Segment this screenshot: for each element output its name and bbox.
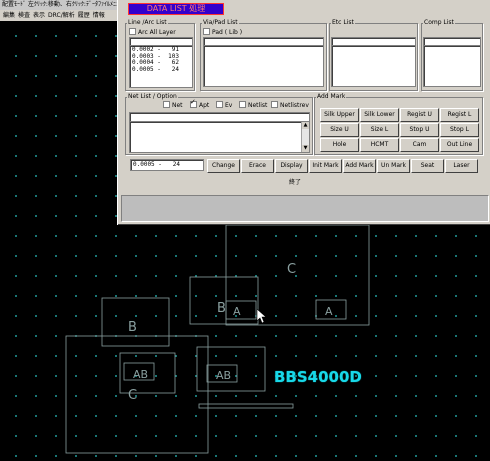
silk-upper-button[interactable]: Silk Upper bbox=[320, 108, 359, 122]
dialog-title: DATA LIST 処理 bbox=[128, 3, 224, 15]
label-a2: A bbox=[325, 305, 333, 318]
arc-all-layer-checkbox[interactable]: Arc All Layer bbox=[129, 28, 176, 36]
checkbox-box[interactable] bbox=[129, 28, 136, 35]
scroll-up-icon[interactable]: ▲ bbox=[302, 122, 309, 129]
regist-u-button[interactable]: Regist U bbox=[400, 108, 439, 122]
label-ab1: AB bbox=[133, 368, 148, 381]
laser-button[interactable]: Laser bbox=[445, 159, 478, 173]
cam-button[interactable]: Cam bbox=[400, 138, 439, 152]
netlistrev-checkbox[interactable]: Netlistrev bbox=[271, 101, 309, 109]
via-pad-list[interactable] bbox=[203, 45, 324, 87]
via-pad-label: Via/Pad List bbox=[202, 19, 239, 26]
net-checkbox[interactable]: Net bbox=[163, 101, 183, 109]
pad-a1 bbox=[225, 300, 257, 320]
etc-list[interactable] bbox=[331, 45, 416, 87]
label-c1: C bbox=[128, 388, 137, 403]
line-arc-list[interactable]: 0.0002 - 91 0.0003 - 103 0.0004 - 62 0.0… bbox=[129, 45, 193, 88]
net-list-scrollbar[interactable]: ▲ ▼ bbox=[301, 122, 309, 152]
stop-l-button[interactable]: Stop L bbox=[440, 123, 479, 137]
change-button[interactable]: Change bbox=[207, 159, 240, 173]
data-list-dialog: DATA LIST 処理 Line /Arc List Arc All Laye… bbox=[117, 0, 490, 225]
add-mark-label: Add Mark bbox=[316, 93, 347, 100]
hcmt-button[interactable]: HCMT bbox=[360, 138, 399, 152]
size-u-button[interactable]: Size U bbox=[320, 123, 359, 137]
checkbox-label: Apt bbox=[199, 102, 210, 109]
net-option-label: Net List / Option bbox=[127, 93, 178, 100]
regist-l-button[interactable]: Regist L bbox=[440, 108, 479, 122]
list-item[interactable]: 0.0005 - 24 bbox=[130, 66, 192, 74]
checkbox-label: Pad ( Lib ) bbox=[212, 29, 243, 36]
checkbox-box[interactable] bbox=[271, 101, 278, 108]
menu-item[interactable]: 検査 bbox=[18, 12, 30, 19]
checkbox-box[interactable] bbox=[216, 101, 223, 108]
status-panel bbox=[121, 195, 489, 222]
selected-value-field[interactable]: 0.0005 - 24 bbox=[130, 159, 204, 171]
checkbox-box[interactable] bbox=[203, 28, 210, 35]
apt-checkbox[interactable]: Apt bbox=[190, 99, 210, 109]
hole-button[interactable]: Hole bbox=[320, 138, 359, 152]
line-arc-label: Line /Arc List bbox=[127, 19, 168, 26]
checkbox-label: Netlist bbox=[248, 102, 268, 109]
comp-label: Comp List bbox=[423, 19, 455, 26]
pad-lib-checkbox[interactable]: Pad ( Lib ) bbox=[203, 28, 242, 36]
ev-checkbox[interactable]: Ev bbox=[216, 101, 232, 109]
part-outline-c2 bbox=[225, 224, 370, 326]
comp-list[interactable] bbox=[423, 45, 481, 87]
label-a1: A bbox=[233, 305, 241, 318]
label-b2: B bbox=[217, 301, 226, 316]
menu-item[interactable]: 履歴 bbox=[78, 12, 90, 19]
menu-item[interactable]: 編集 bbox=[3, 12, 15, 19]
menu-item[interactable]: DRC/解析 bbox=[48, 12, 75, 19]
checkbox-box-checked[interactable] bbox=[190, 99, 197, 108]
menu-item[interactable]: 情報 bbox=[93, 12, 105, 19]
net-list[interactable]: ▲ ▼ bbox=[129, 121, 310, 153]
checkbox-label: Ev bbox=[225, 102, 233, 109]
end-button[interactable]: 終了 bbox=[289, 177, 301, 186]
etc-label: Etc List bbox=[331, 19, 355, 26]
label-c2: C bbox=[287, 262, 296, 277]
netlist-checkbox[interactable]: Netlist bbox=[239, 101, 267, 109]
un-mark-button[interactable]: Un Mark bbox=[377, 159, 410, 173]
scroll-down-icon[interactable]: ▼ bbox=[302, 145, 309, 152]
label-b1: B bbox=[128, 320, 137, 335]
checkbox-box[interactable] bbox=[239, 101, 246, 108]
stop-u-button[interactable]: Stop U bbox=[400, 123, 439, 137]
silk-lower-button[interactable]: Silk Lower bbox=[360, 108, 399, 122]
display-button[interactable]: Display bbox=[275, 159, 308, 173]
out-line-button[interactable]: Out Line bbox=[440, 138, 479, 152]
add-mark-button[interactable]: Add Mark bbox=[343, 159, 376, 173]
size-l-button[interactable]: Size L bbox=[360, 123, 399, 137]
checkbox-label: Net bbox=[172, 102, 183, 109]
checkbox-label: Netlistrev bbox=[280, 102, 309, 109]
checkbox-box[interactable] bbox=[163, 101, 170, 108]
menu-item[interactable]: 表示 bbox=[33, 12, 45, 19]
checkbox-label: Arc All Layer bbox=[138, 29, 176, 36]
designator-text: BBS4000D bbox=[274, 368, 362, 386]
label-ab2: AB bbox=[216, 369, 231, 382]
seat-button[interactable]: Seat bbox=[411, 159, 444, 173]
menu-bar: 編集 検査 表示 DRC/解析 履歴 情報 bbox=[0, 10, 118, 21]
silk-bar bbox=[198, 403, 294, 409]
erace-button[interactable]: Erace bbox=[241, 159, 274, 173]
init-mark-button[interactable]: Init Mark bbox=[309, 159, 342, 173]
